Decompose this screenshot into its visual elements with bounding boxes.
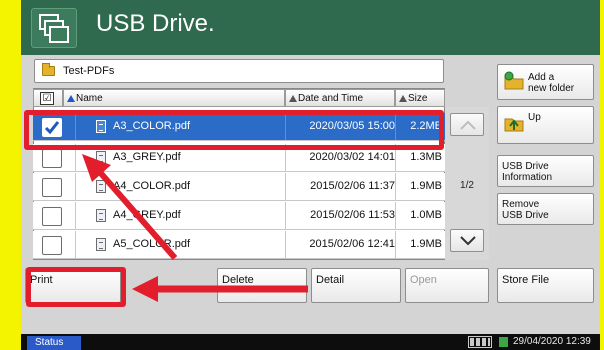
- remove-usb-label-2: USB Drive: [502, 210, 549, 221]
- sort-icon: [399, 95, 407, 102]
- folder-icon: [42, 63, 55, 76]
- usb-info-label-1: USB Drive: [502, 161, 549, 172]
- delete-button[interactable]: Delete: [217, 268, 307, 303]
- store-file-label: Store File: [502, 274, 550, 286]
- pdf-file-icon: [96, 151, 106, 164]
- select-all-checkbox[interactable]: ☑: [40, 92, 54, 105]
- folder-path: Test-PDFs: [34, 59, 444, 83]
- remove-usb-drive-button[interactable]: Remove USB Drive: [497, 193, 594, 225]
- scroll-up-button[interactable]: [450, 113, 484, 136]
- file-size: 1.9MB: [410, 238, 442, 250]
- file-date: 2015/02/06 11:53: [310, 209, 395, 221]
- file-name: A4_GREY.pdf: [113, 209, 181, 221]
- toner-level-icon: [468, 336, 492, 348]
- up-label: Up: [528, 112, 541, 123]
- column-divider: [395, 173, 396, 200]
- folder-path-label: Test-PDFs: [63, 65, 115, 77]
- file-size: 1.9MB: [410, 180, 442, 192]
- file-size: 1.0MB: [410, 209, 442, 221]
- usb-info-label-2: Information: [502, 172, 553, 183]
- column-divider: [75, 231, 76, 258]
- status-tab[interactable]: Status: [27, 336, 81, 350]
- file-name: A3_GREY.pdf: [113, 151, 181, 163]
- open-button[interactable]: Open: [405, 268, 489, 303]
- add-folder-label-2: new folder: [528, 83, 575, 94]
- sort-ascending-icon: [67, 95, 75, 102]
- pdf-file-icon: [96, 238, 106, 251]
- open-label: Open: [410, 274, 437, 286]
- file-date: 2015/02/06 12:41: [309, 238, 395, 250]
- select-all-header[interactable]: ☑: [33, 89, 63, 107]
- chevron-down-icon: [460, 236, 476, 246]
- column-header-date-label: Date and Time: [298, 93, 364, 104]
- file-name: A5_COLOR.pdf: [113, 238, 191, 250]
- column-header-size-label: Size: [408, 93, 428, 104]
- file-date: 2020/03/02 14:01: [309, 151, 395, 163]
- folder-up-icon: [504, 118, 524, 132]
- usb-connected-icon: [499, 337, 508, 347]
- add-new-folder-button[interactable]: Add a new folder: [497, 64, 594, 100]
- scroll-panel: 1/2: [445, 107, 489, 260]
- file-checkbox[interactable]: [42, 149, 62, 168]
- column-divider: [395, 202, 396, 229]
- pdf-file-icon: [96, 180, 106, 193]
- up-button[interactable]: Up: [497, 106, 594, 144]
- print-button-highlight: [26, 267, 126, 307]
- remove-usb-label-1: Remove: [502, 199, 540, 210]
- delete-label: Delete: [222, 274, 254, 286]
- file-row[interactable]: A4_GREY.pdf 2015/02/06 11:53 1.0MB: [33, 202, 445, 230]
- file-row[interactable]: A5_COLOR.pdf 2015/02/06 12:41 1.9MB: [33, 231, 445, 259]
- clock: 29/04/2020 12:39: [513, 336, 591, 347]
- detail-label: Detail: [316, 274, 345, 286]
- page-indicator: 1/2: [460, 180, 474, 191]
- new-folder-icon: [504, 71, 524, 90]
- store-file-button[interactable]: Store File: [497, 268, 594, 303]
- usb-drive-icon: [31, 8, 77, 48]
- column-divider: [75, 173, 76, 200]
- detail-button[interactable]: Detail: [311, 268, 401, 303]
- column-divider: [395, 231, 396, 258]
- sort-icon: [289, 95, 297, 102]
- file-date: 2015/02/06 11:37: [310, 180, 395, 192]
- scroll-down-button[interactable]: [450, 229, 484, 252]
- file-row[interactable]: A4_COLOR.pdf 2015/02/06 11:37 1.9MB: [33, 173, 445, 201]
- status-bar: Status 29/04/2020 12:39: [21, 334, 600, 350]
- column-header-name-label: Name: [76, 93, 103, 104]
- chevron-up-icon: [460, 120, 476, 130]
- column-divider: [75, 202, 76, 229]
- usb-drive-information-button[interactable]: USB Drive Information: [497, 155, 594, 187]
- column-header-date[interactable]: Date and Time: [285, 89, 395, 107]
- file-checkbox[interactable]: [42, 207, 62, 226]
- pdf-file-icon: [96, 209, 106, 222]
- file-checkbox[interactable]: [42, 178, 62, 197]
- file-checkbox[interactable]: [42, 236, 62, 255]
- file-size: 1.3MB: [410, 151, 442, 163]
- page-title: USB Drive.: [96, 10, 215, 37]
- column-header-size[interactable]: Size: [395, 89, 445, 107]
- column-header-name[interactable]: Name: [63, 89, 285, 107]
- file-name: A4_COLOR.pdf: [113, 180, 191, 192]
- add-folder-label-1: Add a: [528, 72, 555, 83]
- header-bar: USB Drive.: [21, 0, 600, 55]
- selected-file-highlight: [24, 110, 444, 150]
